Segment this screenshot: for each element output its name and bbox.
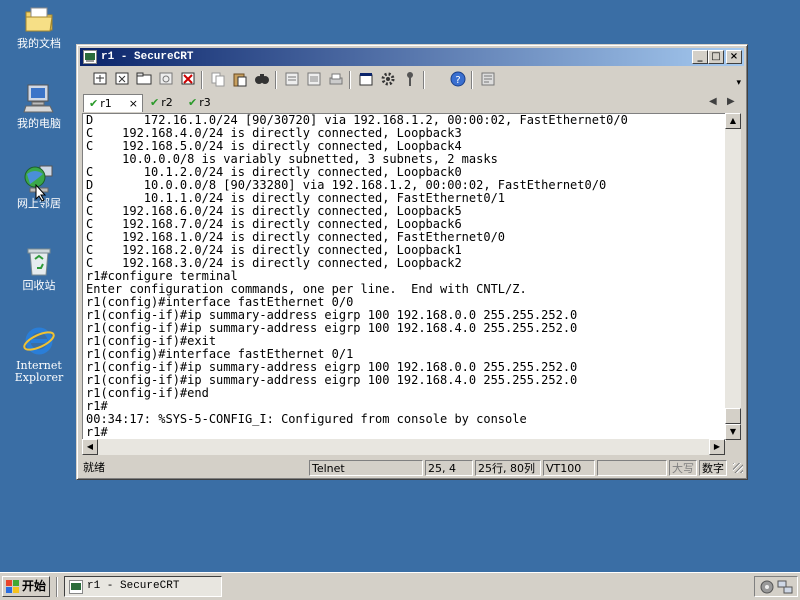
- connected-check-icon: ✔: [89, 97, 99, 110]
- session-options-icon[interactable]: [357, 70, 375, 88]
- maximize-button[interactable]: □: [708, 50, 724, 64]
- tab-r2[interactable]: ✔ r2: [147, 94, 184, 112]
- print-selection-icon[interactable]: [305, 70, 323, 88]
- connect-in-tab-icon[interactable]: [135, 70, 153, 88]
- toolbar-separator: [201, 71, 203, 89]
- start-label: 开始: [22, 579, 47, 593]
- connected-check-icon: ✔: [150, 96, 160, 109]
- terminal-line: r1(config-if)#end: [86, 386, 209, 400]
- securecrt-window: r1 - SecureCRT _ □ × ? ▾ ✔ r1 × ✔ r2 ✔ r…: [76, 44, 748, 480]
- desktop-icon-label-line2: Explorer: [14, 371, 64, 384]
- scroll-down-icon[interactable]: ▼: [725, 424, 741, 440]
- terminal-line: 00:34:17: %SYS-5-CONFIG_I: Configured fr…: [86, 412, 527, 426]
- tab-prev-icon[interactable]: ◀: [709, 96, 717, 107]
- desktop-icon-recycle-bin[interactable]: 回收站: [1, 244, 77, 292]
- global-options-icon[interactable]: [379, 70, 397, 88]
- scroll-up-icon[interactable]: ▲: [725, 113, 741, 129]
- find-icon[interactable]: [253, 70, 271, 88]
- connected-check-icon: ✔: [188, 96, 198, 109]
- recycle-bin-icon: [22, 244, 56, 278]
- status-emulation: VT100: [543, 460, 595, 476]
- mouse-cursor-icon: [35, 184, 47, 202]
- vertical-scrollbar[interactable]: ▲ ▼: [725, 113, 741, 440]
- toolbar-separator: [275, 71, 277, 89]
- connect-icon[interactable]: [91, 70, 109, 88]
- securecrt-app-icon: [83, 50, 97, 64]
- print-screen-icon[interactable]: [283, 70, 301, 88]
- toolbar-separator: [471, 71, 473, 89]
- windows-logo-icon: [6, 580, 19, 593]
- taskbar-button-securecrt[interactable]: r1 - SecureCRT: [64, 576, 222, 597]
- disconnect-icon[interactable]: [179, 70, 197, 88]
- securecrt-task-icon: [69, 580, 83, 594]
- terminal-line: r1#: [86, 425, 108, 439]
- status-cursor: 25, 4: [425, 460, 473, 476]
- tab-label: r1: [100, 97, 112, 110]
- resize-grip-icon[interactable]: [733, 463, 743, 473]
- toolbar: ? ▾: [81, 68, 743, 92]
- sftp-icon[interactable]: [479, 70, 497, 88]
- tab-r3[interactable]: ✔ r3: [185, 94, 222, 112]
- folder-icon: [22, 2, 56, 36]
- computer-icon: [22, 82, 56, 116]
- status-bar: 就绪 Telnet 25, 4 25行, 80列 VT100 大写 数字: [81, 459, 743, 477]
- scroll-thumb[interactable]: [725, 408, 741, 424]
- status-size: 25行, 80列: [475, 460, 541, 476]
- help-icon[interactable]: ?: [449, 70, 467, 88]
- status-empty: [597, 460, 667, 476]
- tab-close-icon[interactable]: ×: [129, 95, 138, 113]
- taskbar-separator: [56, 577, 58, 597]
- terminal-output[interactable]: D 172.16.1.0/24 [90/30720] via 192.168.1…: [82, 113, 726, 441]
- tab-label: r2: [161, 96, 173, 109]
- desktop-icon-my-computer[interactable]: 我的电脑: [1, 82, 77, 130]
- quick-connect-icon[interactable]: [113, 70, 131, 88]
- tab-next-icon[interactable]: ▶: [727, 96, 735, 107]
- desktop-icon-label: 回收站: [22, 279, 56, 292]
- reconnect-icon[interactable]: [157, 70, 175, 88]
- volume-icon[interactable]: [759, 579, 775, 595]
- task-label: r1 - SecureCRT: [87, 580, 180, 592]
- desktop-icon-label: 我的文档: [17, 37, 61, 50]
- svg-text:?: ?: [455, 75, 460, 86]
- taskbar: 开始 r1 - SecureCRT: [0, 572, 800, 600]
- tab-r1[interactable]: ✔ r1 ×: [83, 94, 143, 112]
- toolbar-overflow-icon[interactable]: ▾: [736, 78, 741, 88]
- tab-label: r3: [199, 96, 211, 109]
- internet-explorer-icon: [22, 324, 56, 358]
- status-caps: 大写: [669, 460, 697, 476]
- print-icon[interactable]: [327, 70, 345, 88]
- copy-icon[interactable]: [209, 70, 227, 88]
- horizontal-scrollbar[interactable]: ◀ ▶: [82, 439, 725, 455]
- keymap-icon[interactable]: [401, 70, 419, 88]
- minimize-button[interactable]: _: [692, 50, 708, 64]
- desktop-icon-internet-explorer[interactable]: Internet Explorer: [1, 324, 77, 384]
- desktop-icon-label: 我的电脑: [17, 117, 61, 130]
- session-tabs: ✔ r1 × ✔ r2 ✔ r3 ◀ ▶: [81, 93, 743, 113]
- paste-icon[interactable]: [231, 70, 249, 88]
- network-tray-icon[interactable]: [777, 579, 793, 595]
- status-ready: 就绪: [83, 461, 105, 474]
- status-num: 数字: [699, 460, 727, 476]
- status-protocol: Telnet: [309, 460, 423, 476]
- window-title: r1 - SecureCRT: [101, 51, 194, 63]
- scroll-right-icon[interactable]: ▶: [709, 439, 725, 455]
- window-titlebar[interactable]: r1 - SecureCRT _ □ ×: [80, 48, 744, 66]
- desktop-icon-my-documents[interactable]: 我的文档: [1, 2, 77, 50]
- system-tray: [754, 576, 798, 597]
- toolbar-separator: [423, 71, 425, 89]
- toolbar-separator: [349, 71, 351, 89]
- scroll-left-icon[interactable]: ◀: [82, 439, 98, 455]
- close-button[interactable]: ×: [726, 50, 742, 64]
- start-button[interactable]: 开始: [2, 576, 50, 597]
